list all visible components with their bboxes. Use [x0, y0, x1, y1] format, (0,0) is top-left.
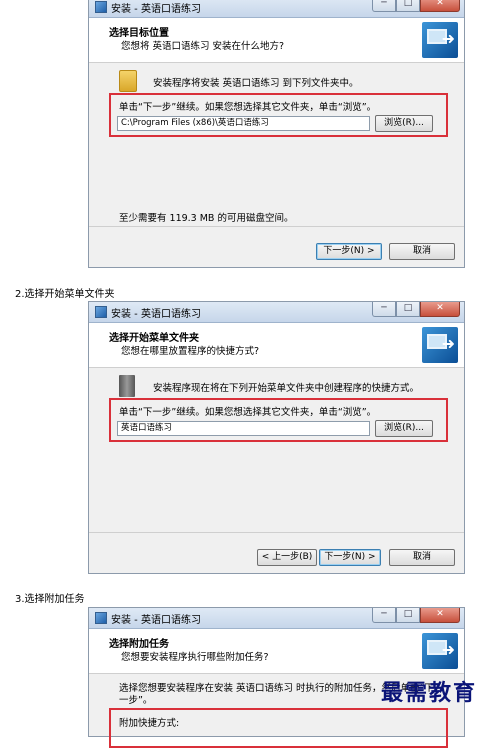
page-title: 选择开始菜单文件夹: [109, 333, 199, 344]
installer-window-startmenu: 安装 - 英语口语练习 ─ □ ✕ 选择开始菜单文件夹 您想在哪里放置程序的快捷…: [88, 301, 465, 574]
install-path-input[interactable]: C:\Program Files (x86)\英语口语练习: [117, 116, 370, 131]
title-bar: 安装 - 英语口语练习 ─ □ ✕: [89, 0, 464, 18]
setup-computer-icon: ➜: [422, 22, 458, 58]
app-icon: [95, 306, 107, 318]
step-label-2: 2.选择开始菜单文件夹: [15, 289, 115, 300]
installer-window-location: 安装 - 英语口语练习 ─ □ ✕ 选择目标位置 您想将 英语口语练习 安装在什…: [88, 0, 465, 268]
cancel-button[interactable]: 取消: [389, 549, 455, 566]
setup-computer-icon: ➜: [422, 633, 458, 669]
back-button[interactable]: < 上一步(B): [257, 549, 317, 566]
installer-window-tasks: 安装 - 英语口语练习 ─ □ ✕ 选择附加任务 您想要安装程序执行哪些附加任务…: [88, 607, 465, 748]
window-title: 安装 - 英语口语练习: [111, 308, 201, 320]
close-button[interactable]: ✕: [420, 0, 460, 12]
info-text: 安装程序将安装 英语口语练习 到下列文件夹中。: [153, 78, 359, 89]
folder-icon: [119, 70, 137, 92]
disk-space-text: 至少需要有 119.3 MB 的可用磁盘空间。: [119, 213, 294, 224]
browse-button[interactable]: 浏览(R)...: [375, 420, 433, 437]
wizard-header: 选择附加任务 您想要安装程序执行哪些附加任务? ➜: [89, 629, 464, 674]
window-title: 安装 - 英语口语练习: [111, 3, 201, 15]
page-title: 选择目标位置: [109, 28, 169, 39]
wizard-header: 选择开始菜单文件夹 您想在哪里放置程序的快捷方式? ➜: [89, 323, 464, 368]
close-button[interactable]: ✕: [420, 608, 460, 623]
prompt-text: 单击“下一步”继续。如果您想选择其它文件夹，单击“浏览”。: [119, 102, 377, 113]
setup-computer-icon: ➜: [422, 327, 458, 363]
page-title: 选择附加任务: [109, 639, 169, 650]
page-subtitle: 您想要安装程序执行哪些附加任务?: [121, 652, 269, 663]
step-label-3: 3.选择附加任务: [15, 594, 85, 605]
section-heading: 附加快捷方式:: [119, 718, 180, 729]
maximize-button[interactable]: □: [396, 608, 420, 623]
watermark-logo: 最需教育: [381, 680, 478, 706]
cancel-button[interactable]: 取消: [389, 243, 455, 260]
wizard-header: 选择目标位置 您想将 英语口语练习 安装在什么地方? ➜: [89, 18, 464, 63]
next-button[interactable]: 下一步(N) >: [316, 243, 382, 260]
page-subtitle: 您想将 英语口语练习 安装在什么地方?: [121, 41, 285, 52]
window-title: 安装 - 英语口语练习: [111, 614, 201, 626]
close-button[interactable]: ✕: [420, 302, 460, 317]
page-subtitle: 您想在哪里放置程序的快捷方式?: [121, 346, 260, 357]
maximize-button[interactable]: □: [396, 302, 420, 317]
app-icon: [95, 612, 107, 624]
app-icon: [95, 1, 107, 13]
minimize-button[interactable]: ─: [372, 608, 396, 623]
info-text-line2: 一步”。: [119, 695, 153, 706]
title-bar: 安装 - 英语口语练习 ─ □ ✕: [89, 302, 464, 323]
minimize-button[interactable]: ─: [372, 302, 396, 317]
next-button[interactable]: 下一步(N) >: [319, 549, 381, 566]
minimize-button[interactable]: ─: [372, 0, 396, 12]
prompt-text: 单击“下一步”继续。如果您想选择其它文件夹，单击“浏览”。: [119, 407, 377, 418]
info-text: 安装程序现在将在下列开始菜单文件夹中创建程序的快捷方式。: [153, 383, 420, 394]
start-menu-icon: [119, 375, 135, 397]
browse-button[interactable]: 浏览(R)...: [375, 115, 433, 132]
maximize-button[interactable]: □: [396, 0, 420, 12]
title-bar: 安装 - 英语口语练习 ─ □ ✕: [89, 608, 464, 629]
start-menu-folder-input[interactable]: 英语口语练习: [117, 421, 370, 436]
